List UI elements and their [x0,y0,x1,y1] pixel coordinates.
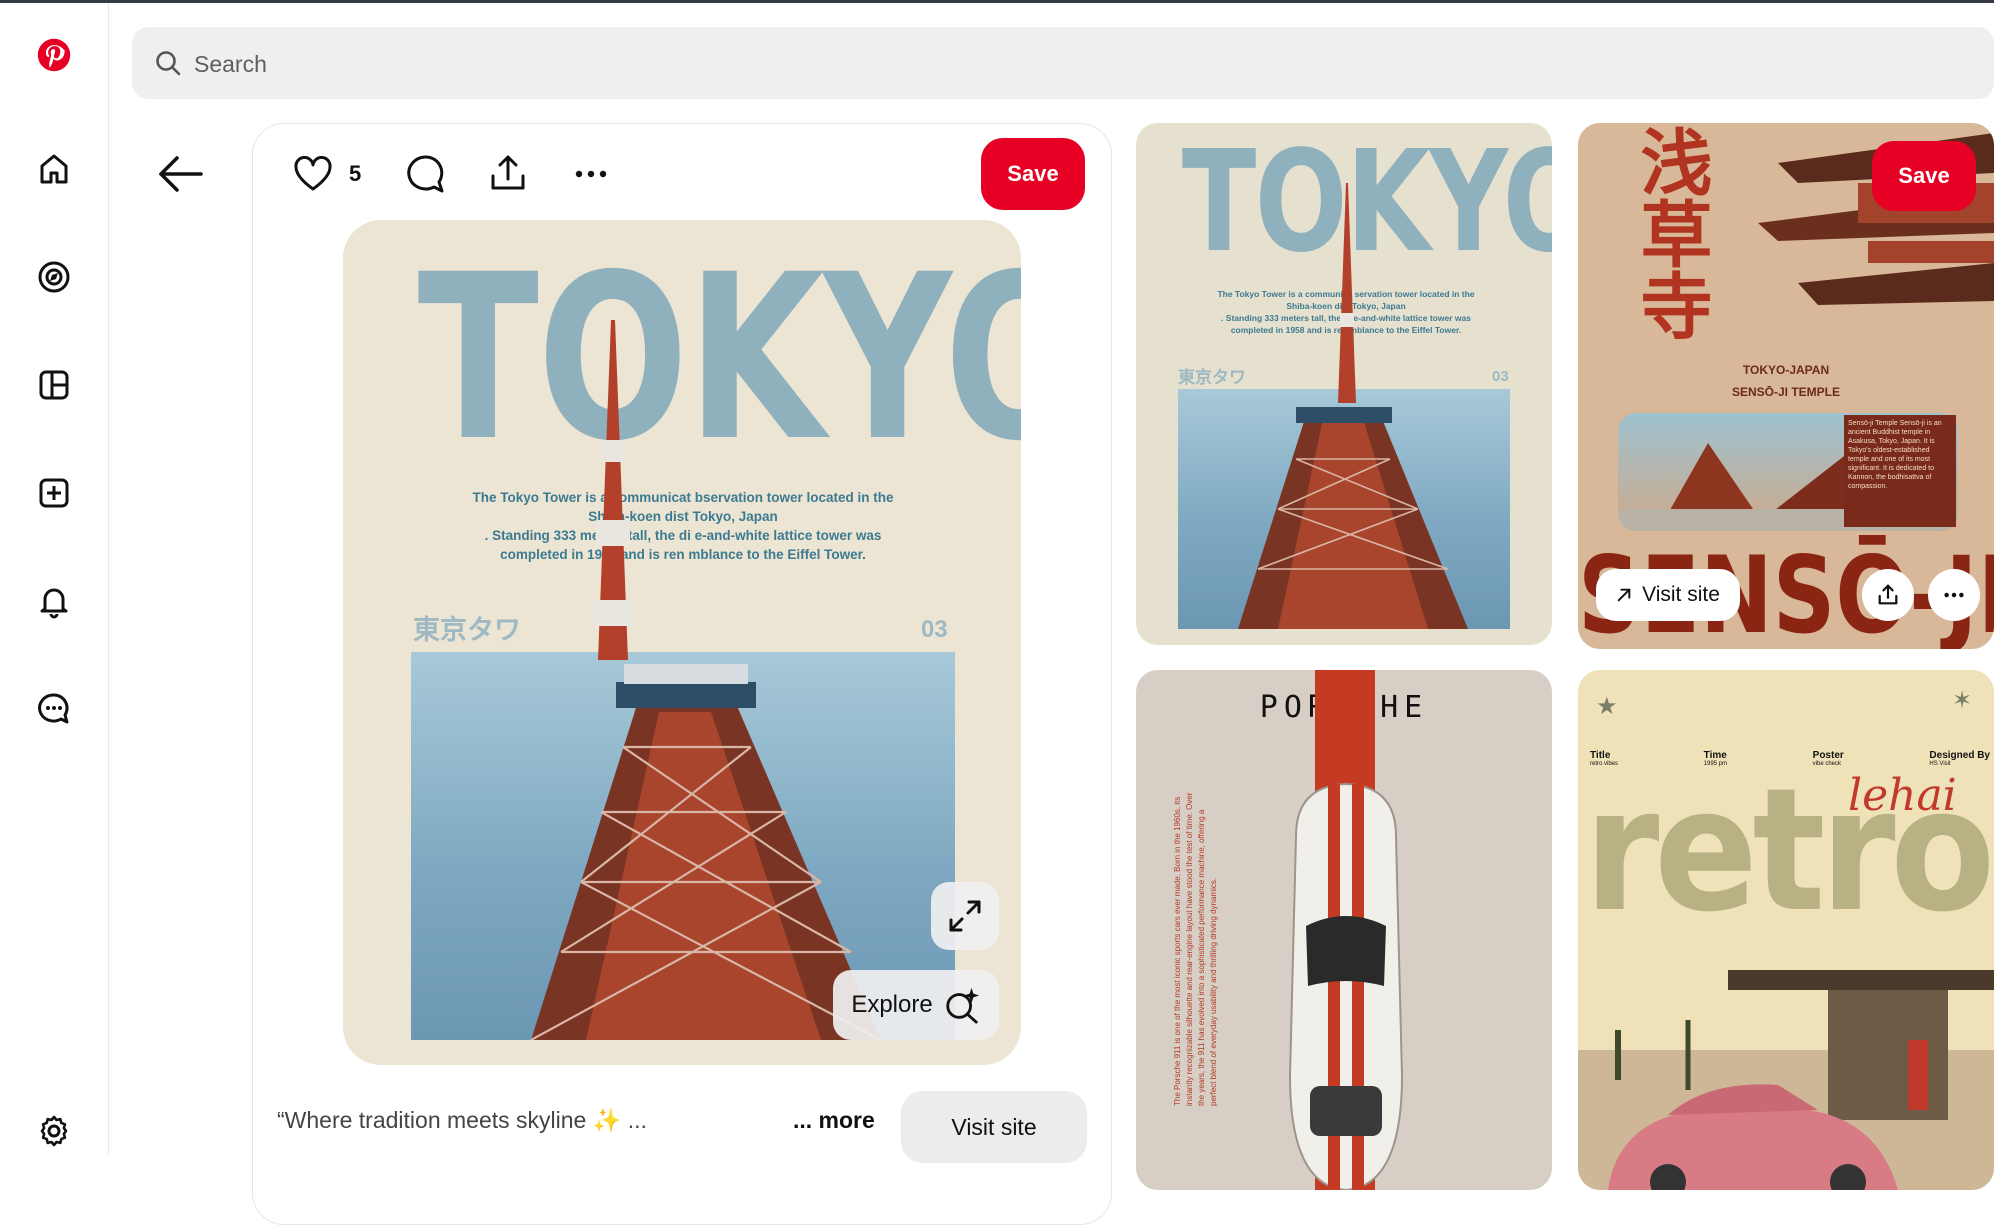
pin-sensoji-line1: TOKYO-JAPAN [1742,363,1830,377]
poster-title: TOKYO [417,225,1021,491]
pin-porsche-side-text: The Porsche 911 is one of the most iconi… [1173,792,1218,1106]
like-count: 5 [349,161,362,186]
pin-tokyo-japanese: 東京タワ [1178,368,1246,388]
external-link-icon [1617,588,1631,602]
star-icon: ✶ [1952,687,1973,714]
expand-icon[interactable] [931,882,999,950]
back-arrow-icon[interactable] [155,152,207,196]
search-bar[interactable] [132,27,1994,99]
explore-label: Explore [851,991,933,1018]
pinterest-logo-icon[interactable] [34,35,74,75]
save-button[interactable]: Save [981,138,1085,210]
more-link[interactable]: ... more [793,1107,875,1134]
poster-body-text: The Tokyo Tower is a communicat bservati… [472,490,894,562]
explore-icon[interactable] [34,257,74,297]
poster-number: 03 [921,616,948,643]
visual-search-icon [946,987,979,1024]
comment-icon[interactable] [403,152,447,196]
pin-image[interactable]: TOKYO The Tokyo Tower is a communicat bs… [343,220,1021,1065]
pin-tokyo-number: 03 [1492,368,1509,385]
explore-button[interactable]: Explore [833,970,999,1040]
pin-description: “Where tradition meets skyline ✨ ... [277,1107,647,1133]
pin-tokyo-photo [1178,389,1510,629]
search-icon [156,51,181,76]
poster-japanese-text: 東京タワ [413,615,521,646]
pin-sensoji-kanji: 浅草寺 [1628,125,1713,341]
messages-icon[interactable] [34,689,74,729]
heart-icon[interactable] [291,154,335,194]
settings-icon[interactable] [34,1111,74,1151]
pin-sensoji-side-text: Sensō-ji Temple Sensō-ji is an ancient B… [1844,415,1956,527]
pin-retro-script: lehai [1848,770,1957,821]
star-icon: ★ [1596,693,1618,720]
share-icon[interactable] [486,152,530,196]
home-icon[interactable] [34,149,74,189]
notifications-icon[interactable] [34,581,74,621]
pin-retro-scene [1578,960,1994,1190]
pin-sensoji-more-icon[interactable] [1928,569,1980,621]
pin-sensoji-visit-site-button[interactable]: Visit site [1596,569,1740,621]
left-nav-rail [0,3,109,1155]
pin-sensoji-share-icon[interactable] [1862,569,1914,621]
grid-pin-porsche[interactable]: PORSCHE The Porsche 911 is one of the mo… [1136,670,1552,1190]
pin-closeup-card: 5 Save TOKYO The Tokyo Tower is a commun… [252,123,1112,1225]
more-icon[interactable] [569,152,613,196]
tower-spire [578,320,648,660]
grid-pin-retro[interactable]: ★ ✶ Title retro vibes Time 1995 pm Poster v… [1578,670,1994,1190]
search-input[interactable] [192,37,1896,91]
visit-site-button[interactable]: Visit site [901,1091,1087,1163]
pin-sensoji-line2: SENSŌ-JI TEMPLE [1731,385,1841,399]
grid-pin-sensoji[interactable]: 浅草寺 TOKYO-JAPAN SENSŌ-JI TEMPLE Sensō-ji… [1578,123,1994,649]
grid-pin-tokyo[interactable]: TOKYO The Tokyo Tower is a communica ser… [1136,123,1552,645]
boards-icon[interactable] [34,365,74,405]
pin-porsche-car [1276,776,1416,1190]
create-icon[interactable] [34,473,74,513]
pin-sensoji-visit-label: Visit site [1642,583,1720,606]
pin-tokyo-spire [1332,183,1362,403]
pin-sensoji-save-button[interactable]: Save [1872,141,1976,211]
window-top-border [0,0,1994,3]
